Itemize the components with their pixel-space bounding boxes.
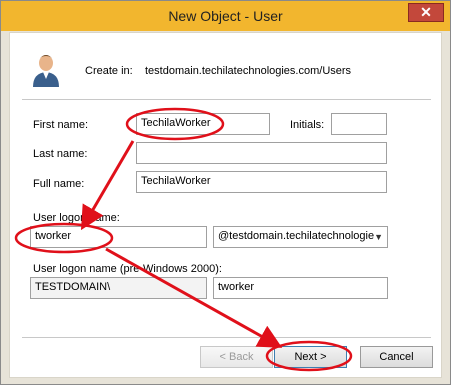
pre2000-label: User logon name (pre-Windows 2000): bbox=[33, 263, 222, 275]
create-in-path: testdomain.techilatechnologies.com/Users bbox=[145, 65, 352, 77]
first-name-field[interactable]: TechilaWorker bbox=[136, 113, 270, 135]
header-divider bbox=[22, 99, 431, 100]
first-name-label: First name: bbox=[33, 119, 89, 131]
logon-name-label: User logon name: bbox=[33, 212, 120, 224]
user-icon bbox=[33, 55, 59, 87]
logon-name-field[interactable]: tworker bbox=[30, 226, 207, 248]
dialog-body bbox=[9, 32, 442, 378]
full-name-label: Full name: bbox=[33, 178, 85, 190]
create-in-label: Create in: bbox=[85, 65, 133, 77]
cancel-button[interactable]: Cancel bbox=[360, 346, 433, 368]
initials-field[interactable] bbox=[331, 113, 387, 135]
footer-divider bbox=[22, 337, 431, 338]
full-name-field[interactable]: TechilaWorker bbox=[136, 171, 387, 193]
pre2000-domain-field: TESTDOMAIN\ bbox=[30, 277, 207, 299]
next-button[interactable]: Next > bbox=[274, 346, 347, 368]
close-button[interactable]: ✕ bbox=[408, 3, 444, 22]
window-title: New Object - User bbox=[168, 8, 283, 24]
chevron-down-icon: ▼ bbox=[374, 232, 383, 242]
domain-suffix-value: @testdomain.techilatechnologie bbox=[218, 230, 375, 242]
back-button[interactable]: < Back bbox=[200, 346, 273, 368]
domain-suffix-select[interactable]: @testdomain.techilatechnologie ▼ bbox=[213, 226, 388, 248]
last-name-label: Last name: bbox=[33, 148, 88, 160]
last-name-field[interactable] bbox=[136, 142, 387, 164]
new-object-dialog: New Object - User ✕ Create in: testdomai… bbox=[0, 0, 451, 385]
pre2000-logon-field[interactable]: tworker bbox=[213, 277, 388, 299]
close-icon: ✕ bbox=[420, 4, 432, 20]
title-bar[interactable]: New Object - User ✕ bbox=[1, 1, 450, 31]
initials-label: Initials: bbox=[290, 119, 325, 131]
